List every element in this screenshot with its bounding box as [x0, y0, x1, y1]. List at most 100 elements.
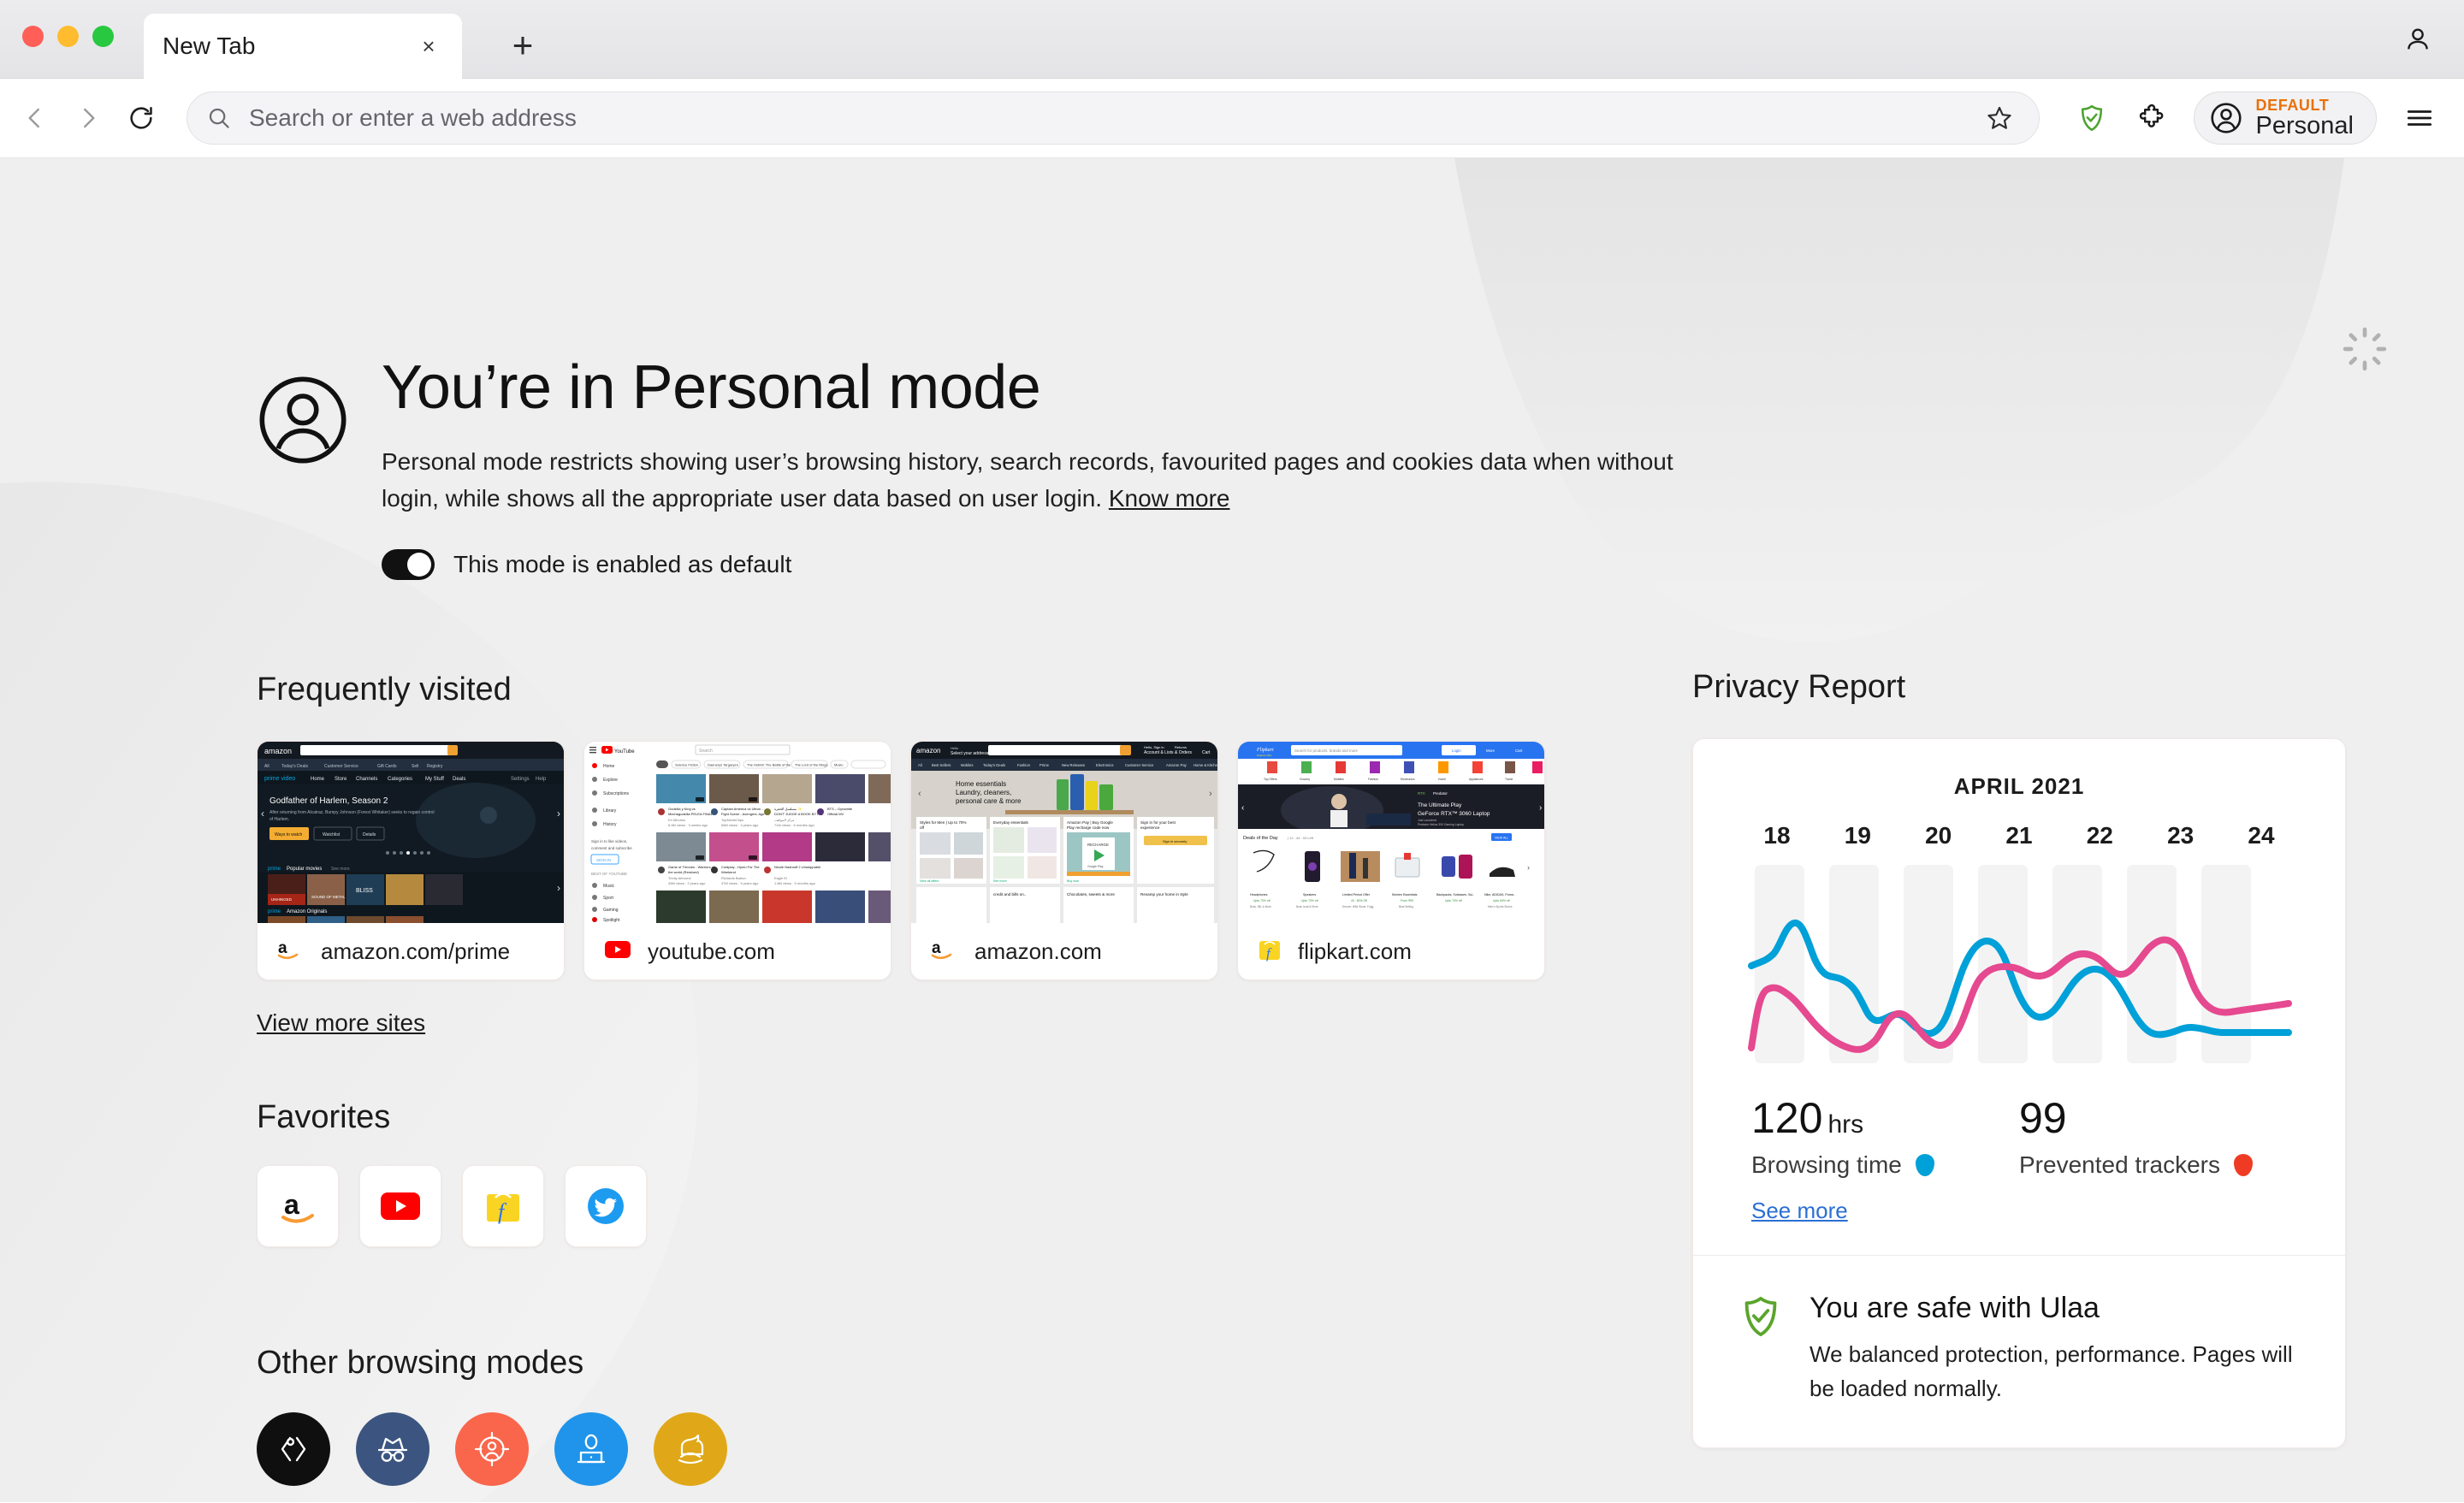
- view-more-sites-link[interactable]: View more sites: [257, 1009, 425, 1037]
- favorite-item-amazon[interactable]: a: [257, 1165, 339, 1247]
- bookmark-star-icon[interactable]: [1979, 98, 2020, 139]
- favorite-item-twitter[interactable]: [565, 1165, 647, 1247]
- youtube-home-thumb: YouTube Search Home Explore Subscription…: [584, 742, 891, 923]
- svg-text:a: a: [932, 939, 941, 957]
- legend-dot-prevented-trackers: [2234, 1154, 2253, 1176]
- svg-text:Hello: Hello: [951, 746, 959, 750]
- browsing-mode-work[interactable]: [554, 1412, 628, 1486]
- svg-text:Amazon Pay: Amazon Pay: [1166, 763, 1188, 767]
- favorite-item-youtube[interactable]: [359, 1165, 441, 1247]
- tab-title: New Tab: [163, 33, 256, 59]
- svg-text:Ways to watch: Ways to watch: [275, 832, 303, 837]
- account-icon[interactable]: [2392, 14, 2443, 65]
- browsing-mode-incognito[interactable]: [356, 1412, 429, 1486]
- svg-text:Chocolates, sweets & more: Chocolates, sweets & more: [1067, 892, 1115, 896]
- chart-month-label: APRIL 2021: [1953, 773, 2085, 799]
- svg-text:YouTube: YouTube: [614, 749, 635, 754]
- svg-text:Backpacks, Suitcases, Sui..: Backpacks, Suitcases, Sui..: [1436, 893, 1474, 896]
- privacy-report-chart: [1746, 865, 2292, 1068]
- svg-text:1.8M views · 5 months ago: 1.8M views · 5 months ago: [774, 881, 816, 885]
- default-mode-toggle[interactable]: [382, 549, 435, 581]
- forward-arrow-icon[interactable]: [62, 92, 115, 145]
- hamburger-menu-icon[interactable]: [2394, 92, 2445, 144]
- window-maximize-button[interactable]: [92, 26, 114, 47]
- puzzle-piece-icon[interactable]: [2125, 92, 2178, 145]
- browsing-mode-developer[interactable]: [257, 1412, 330, 1486]
- svg-text:All: All: [264, 764, 270, 769]
- svg-text:Explore Plus: Explore Plus: [1256, 754, 1272, 757]
- svg-text:Home: Home: [603, 764, 615, 769]
- svg-text:Upto 70% off: Upto 70% off: [1445, 899, 1462, 902]
- close-icon[interactable]: ×: [414, 32, 443, 61]
- svg-text:& Orders: & Orders: [1175, 750, 1193, 755]
- amazon-icon: a: [276, 938, 305, 965]
- shield-check-icon: [1738, 1292, 1784, 1406]
- svg-text:مسلسل الحفرة ✨: مسلسل الحفرة ✨: [774, 807, 802, 811]
- svg-text:Men's Sports Shoes: Men's Sports Shoes: [1488, 905, 1513, 908]
- browsing-mode-kids[interactable]: [654, 1412, 727, 1486]
- svg-text:Weekend: Weekend: [721, 870, 736, 874]
- new-tab-icon[interactable]: +: [503, 25, 542, 65]
- reload-icon[interactable]: [115, 92, 168, 145]
- site-tile[interactable]: amazon Hello Select your address Hello, …: [910, 741, 1218, 980]
- profile-selector[interactable]: DEFAULT Personal: [2193, 92, 2377, 145]
- site-tile[interactable]: Flipkart Explore Plus Search for product…: [1237, 741, 1545, 980]
- window-minimize-button[interactable]: [57, 26, 79, 47]
- svg-text:Upto 70% off: Upto 70% off: [1301, 899, 1318, 902]
- svg-text:comment and subscribe: comment and subscribe: [591, 846, 632, 850]
- svg-text:See more: See more: [993, 879, 1007, 883]
- site-tile-footer: a amazon.com: [911, 923, 1217, 979]
- site-tile[interactable]: amazon All Today's Deals Customer Service …: [257, 741, 565, 980]
- flipkart-icon: f: [487, 1192, 519, 1224]
- shield-check-icon[interactable]: [2065, 92, 2118, 145]
- svg-text:Styles for Men | Up to 70%: Styles for Men | Up to 70%: [920, 820, 967, 825]
- svg-text:Upto 60% off: Upto 60% off: [1493, 899, 1510, 902]
- svg-text:a: a: [284, 1189, 299, 1220]
- svg-text:40 - 80% Off: 40 - 80% Off: [1351, 899, 1367, 902]
- see-more-link[interactable]: See more: [1746, 1198, 1848, 1224]
- window-close-button[interactable]: [22, 26, 44, 47]
- personal-mode-avatar-icon: [257, 374, 349, 580]
- default-mode-toggle-label: This mode is enabled as default: [453, 551, 792, 578]
- svg-text:Revamp your home in style: Revamp your home in style: [1140, 892, 1188, 896]
- page-description: Personal mode restricts showing user’s b…: [382, 444, 1682, 517]
- svg-text:Limited Period Offer: Limited Period Offer: [1342, 893, 1371, 896]
- know-more-link[interactable]: Know more: [1109, 485, 1230, 512]
- svg-text:Select your address: Select your address: [951, 751, 989, 756]
- stat-label: Prevented trackers: [2019, 1151, 2220, 1178]
- svg-text:Game of Thrones - Warriors of: Game of Thrones - Warriors of: [668, 865, 715, 869]
- chart-tick-label: 20: [1925, 822, 1952, 849]
- browsing-mode-personalized[interactable]: [455, 1412, 529, 1486]
- loading-spinner-icon: [2341, 325, 2389, 377]
- favorite-item-flipkart[interactable]: f: [462, 1165, 544, 1247]
- svg-text:Home: Home: [311, 777, 325, 782]
- search-icon: [209, 108, 229, 128]
- svg-text:prime video: prime video: [264, 776, 295, 782]
- site-tile-label: youtube.com: [648, 938, 775, 964]
- safety-status-title: You are safe with Ulaa: [1810, 1292, 2100, 1324]
- back-arrow-icon[interactable]: [9, 92, 62, 145]
- svg-text:VIEW ALL: VIEW ALL: [1495, 837, 1508, 840]
- svg-text:experience: experience: [1140, 825, 1160, 830]
- svg-text:personal care & more: personal care & more: [956, 797, 1022, 805]
- site-tile-footer: f flipkart.com: [1238, 923, 1544, 979]
- search-input[interactable]: [249, 104, 1979, 132]
- svg-text:BEST OF YOUTUBE: BEST OF YOUTUBE: [591, 872, 627, 876]
- svg-text:Nike, ADIDAS, Puma..: Nike, ADIDAS, Puma..: [1484, 893, 1515, 896]
- svg-text:View all offers: View all offers: [920, 879, 939, 883]
- address-bar[interactable]: [187, 92, 2040, 145]
- svg-text:Laundry, cleaners,: Laundry, cleaners,: [956, 789, 1011, 796]
- svg-text:Eagle El: Eagle El: [774, 876, 787, 880]
- site-tile[interactable]: YouTube Search Home Explore Subscription…: [583, 741, 891, 980]
- svg-text:Mobiles: Mobiles: [961, 763, 973, 767]
- svg-text:Deals: Deals: [453, 777, 465, 782]
- svg-text:Sign in to like videos,: Sign in to like videos,: [591, 839, 627, 843]
- twitter-bird-icon: [588, 1188, 624, 1224]
- browser-tab[interactable]: New Tab ×: [144, 14, 462, 79]
- chart-tick-label: 18: [1763, 822, 1791, 849]
- profile-avatar-icon: [2210, 103, 2242, 133]
- svg-text:SOUND OF METAL: SOUND OF METAL: [311, 895, 346, 899]
- youtube-icon: [603, 938, 632, 965]
- svg-text:All: All: [918, 763, 922, 767]
- svg-text:Spotlight: Spotlight: [603, 918, 620, 923]
